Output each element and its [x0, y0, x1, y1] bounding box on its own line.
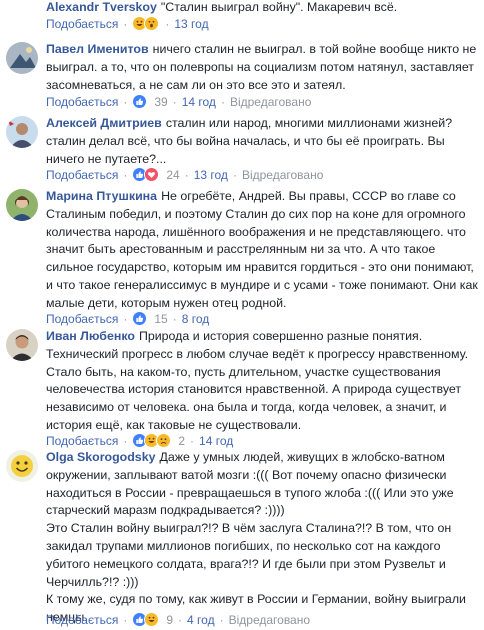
separator: ·: [190, 433, 195, 448]
comment-line: закидал трупами миллионов погибших, по н…: [46, 538, 441, 553]
reactions[interactable]: [132, 433, 172, 448]
like-icon: [132, 311, 148, 326]
separator: ·: [123, 16, 128, 31]
comment-line: Сталиным победил, и поэтому Сталин до си…: [46, 206, 466, 221]
comment-author[interactable]: Алексей Дмитриев: [46, 116, 162, 130]
edited-label[interactable]: Відредаговано: [229, 613, 310, 627]
comment-author[interactable]: Павел Именитов: [46, 42, 149, 56]
comment-meta: Подобається · 9 · 4 год · Відредаговано: [46, 612, 310, 627]
comment-line: независимо от человека. она была и тогда…: [46, 400, 447, 415]
comment-meta: Подобається · 39 · 14 год · Відредагован…: [46, 94, 311, 109]
separator: ·: [172, 311, 177, 326]
comment-text: Иван Любенко Природа и история совершенно…: [46, 328, 478, 435]
wow-icon: [144, 16, 160, 31]
comment-line: убитого немецкого солдата, врага?!? И гд…: [46, 556, 446, 571]
comment-author[interactable]: Olga Skorogodsky: [46, 450, 155, 464]
reaction-count[interactable]: 2: [178, 434, 185, 448]
comment-line: Технический прогресс в любом случае ведё…: [46, 346, 469, 361]
comment-line: малые дети, которым нужен отец родной.: [46, 295, 287, 310]
avatar[interactable]: [6, 42, 38, 74]
comment-time[interactable]: 14 год: [182, 95, 216, 109]
reactions[interactable]: [132, 311, 148, 326]
comment-line: значит быть арестованным и расстрелянным…: [46, 242, 436, 257]
reaction-count[interactable]: 24: [166, 168, 179, 182]
separator: ·: [123, 94, 128, 109]
like-icon: [132, 94, 148, 109]
reaction-count[interactable]: 9: [166, 613, 173, 627]
separator: ·: [165, 16, 170, 31]
comment-line: сталин делал всё, что бы война началась,…: [46, 133, 445, 148]
separator: ·: [220, 94, 225, 109]
love-icon: [144, 167, 160, 182]
avatar[interactable]: [6, 450, 38, 482]
avatar[interactable]: [6, 329, 38, 361]
comment-meta: Подобається · · 13 год: [46, 16, 209, 31]
comment-line: и что такое генералиссимус в мундире и с…: [46, 277, 478, 292]
comment-line: Не огребёте, Андрей. Вы правы, СССР во г…: [161, 189, 456, 203]
comment-meta: Подобається · 24 · 13 год · Відредагован…: [46, 167, 323, 182]
comment-time[interactable]: 8 год: [182, 312, 210, 326]
comment-time[interactable]: 4 год: [187, 613, 215, 627]
comment-meta: Подобається · 2 · 14 год: [46, 433, 233, 448]
separator: ·: [219, 612, 224, 627]
comment-line: выиграл. а то, что он полевропы на социа…: [46, 59, 474, 74]
comment-author[interactable]: Иван Любенко: [46, 329, 135, 343]
separator: ·: [123, 167, 128, 182]
comment-line: сильное государство, которым им нравится…: [46, 260, 474, 275]
separator: ·: [123, 311, 128, 326]
comment-time[interactable]: 13 год: [174, 17, 208, 31]
comment-time[interactable]: 14 год: [199, 434, 233, 448]
comment-line: ничего сталин не выиграл. в той войне во…: [152, 42, 477, 56]
comment-line: количества народа, лишённого воображения…: [46, 224, 466, 239]
separator: ·: [172, 94, 177, 109]
edited-label[interactable]: Відредаговано: [242, 168, 323, 182]
comment-line: Стало быть, на каком-то, пусть длительно…: [46, 364, 441, 379]
comment-text: Alexandr Tverskoy "Сталин выиграл войну".…: [46, 0, 478, 17]
like-link[interactable]: Подобається: [46, 95, 118, 109]
comment-line: К тому же, судя по тому, как живут в Рос…: [46, 592, 466, 607]
comment-line: окружении, заплывают ватой мозги :((( Во…: [46, 467, 447, 482]
separator: ·: [184, 167, 189, 182]
separator: ·: [123, 612, 128, 627]
comment-line: человечества история становится нравстве…: [46, 382, 462, 397]
comment-line: Черчилль?!? :))): [46, 574, 139, 589]
avatar[interactable]: [6, 189, 38, 221]
separator: ·: [178, 612, 183, 627]
comment-line: находиться в России - превращаешься в ту…: [46, 485, 454, 500]
comment-time[interactable]: 13 год: [194, 168, 228, 182]
comment-line: засомневаться, а не сам ли он это все эт…: [46, 77, 346, 92]
reaction-count[interactable]: 15: [154, 312, 167, 326]
comment-line: Природа и история совершенно разные поня…: [138, 329, 423, 343]
like-link[interactable]: Подобається: [46, 613, 118, 627]
reactions[interactable]: [132, 167, 160, 182]
laugh-icon: [144, 612, 160, 627]
comment-text: Марина Птушкина Не огребёте, Андрей. Вы п…: [46, 188, 478, 313]
comment-meta: Подобається · 15 · 8 год: [46, 311, 209, 326]
comment-line: Даже у умных людей, живущих в жлобско-ва…: [159, 450, 445, 464]
comment-line: "Сталин выиграл войну". Макаревич всё.: [160, 0, 398, 14]
comment-text: Алексей Дмитриев сталин или народ, многим…: [46, 115, 478, 168]
reactions[interactable]: [132, 612, 160, 627]
like-link[interactable]: Подобається: [46, 312, 118, 326]
comment-line: ничего не путаете?...: [46, 151, 167, 166]
edited-label[interactable]: Відредаговано: [230, 95, 311, 109]
separator: ·: [123, 433, 128, 448]
comment-text: Павел Именитов ничего сталин не выиграл. …: [46, 41, 478, 94]
comment-author[interactable]: Alexandr Tverskoy: [46, 0, 157, 14]
comment-text: Olga Skorogodsky Даже у умных людей, живу…: [46, 449, 478, 627]
like-link[interactable]: Подобається: [46, 168, 118, 182]
comment-author[interactable]: Марина Птушкина: [46, 189, 157, 203]
separator: ·: [232, 167, 237, 182]
comment-line: старческий маразм подкрадывается? :)))): [46, 503, 285, 518]
reaction-count[interactable]: 39: [154, 95, 167, 109]
like-link[interactable]: Подобається: [46, 434, 118, 448]
sad-icon: [156, 433, 172, 448]
comment-line: сталин или народ, многими миллионами жиз…: [165, 116, 453, 130]
comment-line: Это Сталин войну выиграл?!? В чём заслуг…: [46, 521, 452, 536]
avatar[interactable]: [6, 116, 38, 148]
reactions[interactable]: [132, 16, 160, 31]
like-link[interactable]: Подобається: [46, 17, 118, 31]
reactions[interactable]: [132, 94, 148, 109]
